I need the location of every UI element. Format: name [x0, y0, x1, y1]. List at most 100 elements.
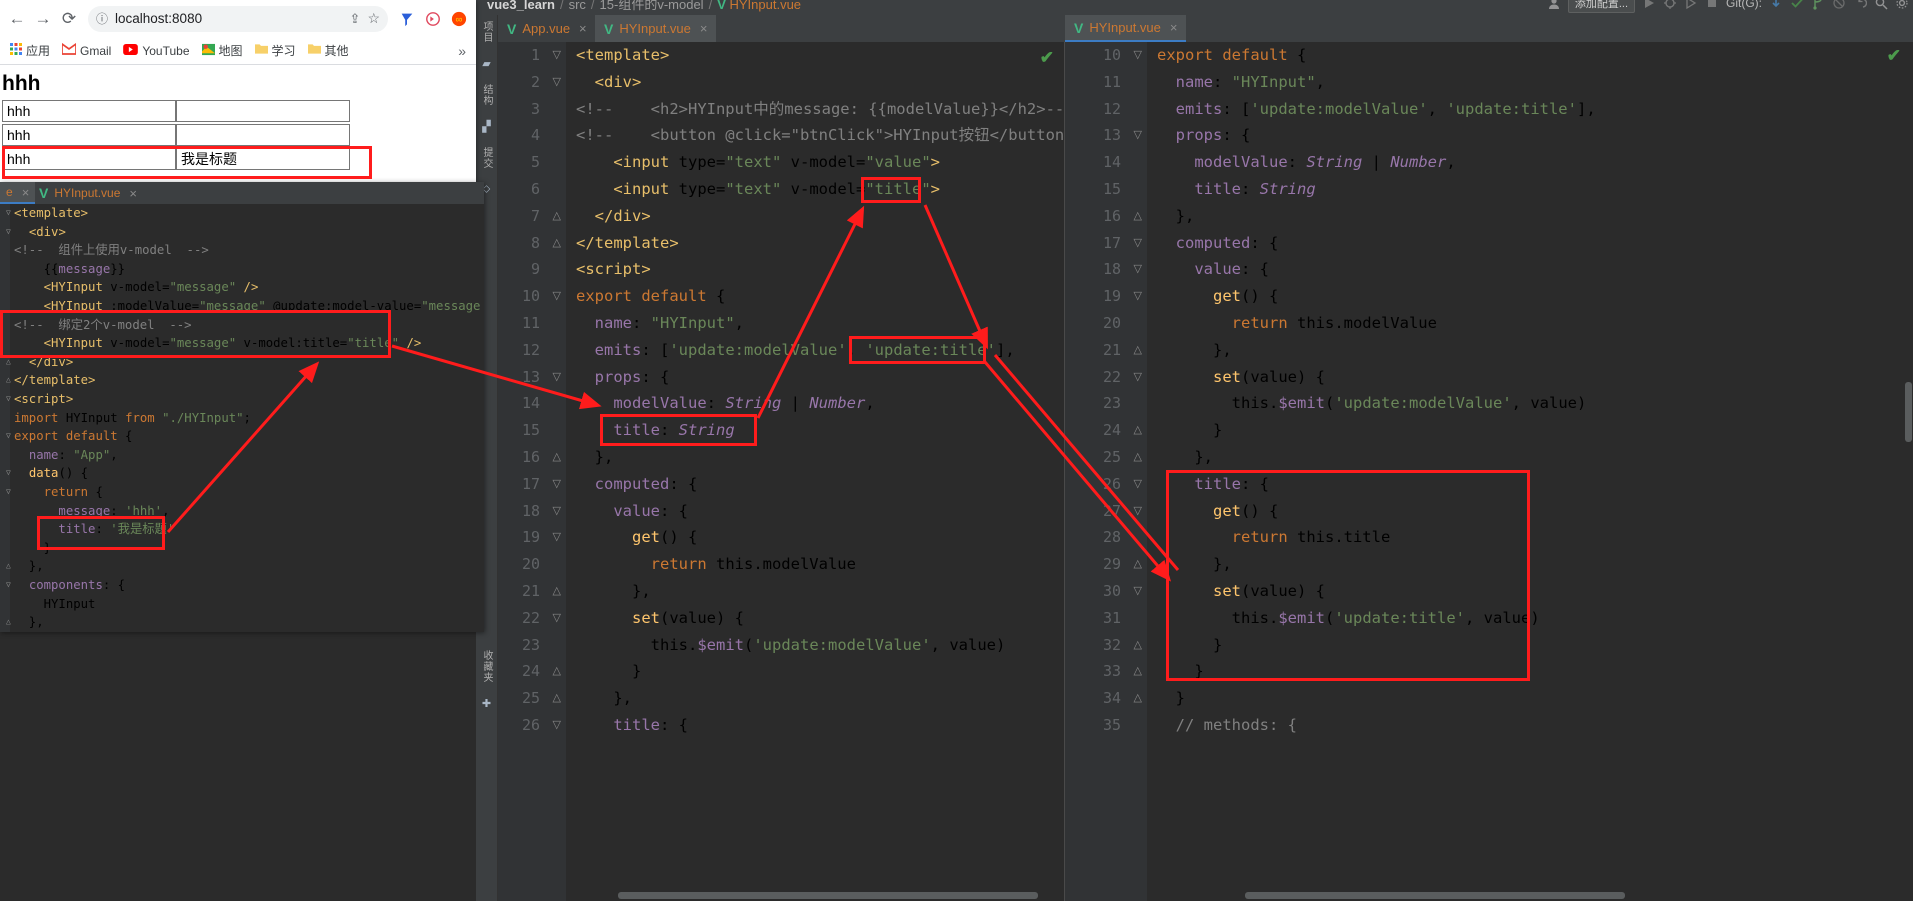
title-input-3[interactable]: [176, 148, 350, 170]
stop-icon[interactable]: [1705, 0, 1719, 10]
code-line[interactable]: <HYInput v-model="message" />: [14, 278, 484, 297]
fold-toggle-icon[interactable]: △: [1134, 685, 1142, 712]
code-line[interactable]: // methods: {: [1157, 712, 1913, 739]
fold-toggle-icon[interactable]: △: [6, 613, 11, 632]
address-bar[interactable]: ⓘ localhost:8080 ⇪ ☆: [88, 5, 388, 32]
bookmark-study[interactable]: 学习: [251, 40, 300, 61]
folder-icon[interactable]: ▰: [482, 57, 490, 70]
share-icon[interactable]: ⇪: [350, 11, 361, 27]
fold-toggle-icon[interactable]: ▽: [6, 576, 11, 595]
close-icon[interactable]: ×: [579, 21, 587, 36]
code-line[interactable]: get() {: [1157, 283, 1913, 310]
code-line[interactable]: <script>: [576, 256, 1064, 283]
fold-toggle-icon[interactable]: ▽: [6, 390, 11, 409]
code-line[interactable]: props: {: [1157, 122, 1913, 149]
code-line[interactable]: <!-- <button @click="btnClick">HYInput按钮…: [576, 122, 1064, 149]
fold-toggle-icon[interactable]: ▽: [1134, 364, 1142, 391]
appvue-editor-overlay[interactable]: e × V HYInput.vue × ▽ <template> ▽ <div> <!…: [0, 182, 484, 632]
code-line[interactable]: get() {: [1157, 498, 1913, 525]
fold-toggle-icon[interactable]: ▽: [6, 223, 11, 242]
git-menu-label[interactable]: Git(G):: [1726, 0, 1762, 10]
code-line[interactable]: △ },: [6, 613, 484, 632]
code-line[interactable]: title: {: [1157, 471, 1913, 498]
debug-icon[interactable]: [1663, 0, 1677, 10]
fold-toggle-icon[interactable]: △: [6, 371, 11, 390]
fold-toggle-icon[interactable]: ▽: [6, 427, 11, 446]
code-line[interactable]: },: [576, 685, 1064, 712]
tool-tab-commit[interactable]: 提交: [479, 147, 494, 169]
bookmark-gmail[interactable]: Gmail: [58, 41, 115, 60]
code-line[interactable]: <!-- <h2>HYInput中的message: {{modelValue}…: [576, 96, 1064, 123]
tab-hyinput-vue-right[interactable]: V HYInput.vue ×: [1065, 15, 1187, 42]
tool-tab-structure[interactable]: 结构: [479, 84, 494, 106]
fold-toggle-icon[interactable]: △: [553, 203, 561, 230]
right-horizontal-scrollbar[interactable]: [1245, 892, 1625, 899]
left-gutter[interactable]: 1 ▽ 2 ▽ 3 4 5 6 7 △ 8 △ 9 10 ▽ 11 12 13 ▽ 14 15 16 △ 17 ▽ 18 ▽ 19 ▽ 2…: [498, 42, 566, 901]
code-line[interactable]: <HYInput v-model="message" v-model:title…: [14, 334, 484, 353]
code-line[interactable]: ▽ <template>: [6, 204, 484, 223]
code-line[interactable]: <input type="text" v-model="title">: [576, 176, 1064, 203]
fold-toggle-icon[interactable]: △: [1134, 444, 1142, 471]
code-line[interactable]: ▽ components: {: [6, 576, 484, 595]
reload-icon[interactable]: ⟳: [58, 8, 80, 30]
code-line[interactable]: modelValue: String | Number,: [1157, 149, 1913, 176]
breadcrumb-project[interactable]: vue3_learn: [487, 0, 555, 12]
code-line[interactable]: △ </template>: [6, 371, 484, 390]
undo-icon[interactable]: [1853, 0, 1868, 10]
left-code-editor[interactable]: 1 ▽ 2 ▽ 3 4 5 6 7 △ 8 △ 9 10 ▽ 11 12 13 ▽ 14 15 16 △ 17 ▽ 18 ▽ 19 ▽ 2…: [498, 42, 1065, 901]
fold-toggle-icon[interactable]: ▽: [553, 364, 561, 391]
close-icon[interactable]: ×: [1170, 20, 1178, 35]
code-line[interactable]: },: [1157, 337, 1913, 364]
code-line[interactable]: return this.modelValue: [1157, 310, 1913, 337]
inspection-status-icon[interactable]: ✔: [1887, 46, 1901, 66]
code-line[interactable]: }: [14, 539, 484, 558]
fold-toggle-icon[interactable]: △: [1134, 551, 1142, 578]
code-line[interactable]: }: [576, 658, 1064, 685]
right-code-editor[interactable]: 10 ▽ 11 12 13 ▽ 14 15 16 △ 17 ▽ 18 ▽ 19 ▽ 20 21 △ 22 ▽ 23 24 △ 2…: [1065, 42, 1913, 901]
code-line[interactable]: name: "HYInput",: [576, 310, 1064, 337]
tab-app-vue[interactable]: V App.vue ×: [498, 15, 596, 42]
message-input-2[interactable]: [2, 124, 176, 146]
fold-toggle-icon[interactable]: ▽: [1134, 42, 1142, 69]
code-line[interactable]: <!-- 组件上使用v-model -->: [14, 241, 484, 260]
bookmark-icon[interactable]: ✚: [482, 697, 491, 710]
tool-tab-favorites[interactable]: 收藏夹: [479, 650, 494, 683]
left-code-area[interactable]: <template> <div> <!-- <h2>HYInput中的messag…: [566, 42, 1064, 901]
fold-toggle-icon[interactable]: △: [553, 230, 561, 257]
code-line[interactable]: }: [1157, 658, 1913, 685]
code-line[interactable]: ▽ return {: [6, 483, 484, 502]
message-input-3[interactable]: [2, 148, 176, 170]
code-line[interactable]: emits: ['update:modelValue', 'update:tit…: [1157, 96, 1913, 123]
code-line[interactable]: title: {: [576, 712, 1064, 739]
blocks-icon[interactable]: ▞: [482, 120, 490, 133]
fold-toggle-icon[interactable]: △: [553, 685, 561, 712]
code-line[interactable]: },: [1157, 551, 1913, 578]
extension-icon-1[interactable]: [396, 8, 418, 30]
coverage-icon[interactable]: [1684, 0, 1698, 10]
bookmark-apps[interactable]: 应用: [6, 40, 54, 61]
code-line[interactable]: ▽ <div>: [6, 223, 484, 242]
bookmark-youtube[interactable]: YouTube: [119, 42, 193, 60]
fold-toggle-icon[interactable]: △: [6, 353, 11, 372]
breadcrumb-src[interactable]: src: [569, 0, 586, 12]
code-line[interactable]: set(value) {: [1157, 364, 1913, 391]
code-line[interactable]: export default {: [576, 283, 1064, 310]
fold-toggle-icon[interactable]: △: [553, 444, 561, 471]
branch-icon[interactable]: [1811, 0, 1825, 10]
fold-toggle-icon[interactable]: ▽: [1134, 283, 1142, 310]
code-line[interactable]: title: String: [1157, 176, 1913, 203]
run-icon[interactable]: [1642, 0, 1656, 10]
code-line[interactable]: message: 'hhh',: [14, 502, 484, 521]
code-line[interactable]: this.$emit('update:modelValue', value): [1157, 390, 1913, 417]
fold-toggle-icon[interactable]: ▽: [6, 464, 11, 483]
code-line[interactable]: ▽ data() {: [6, 464, 484, 483]
title-input-1[interactable]: [176, 100, 350, 122]
fold-toggle-icon[interactable]: △: [1134, 658, 1142, 685]
code-line[interactable]: },: [1157, 444, 1913, 471]
search-icon[interactable]: [1874, 0, 1888, 10]
code-line[interactable]: ▽ <script>: [6, 390, 484, 409]
check-icon[interactable]: [1790, 0, 1804, 10]
fold-toggle-icon[interactable]: ▽: [6, 483, 11, 502]
fold-toggle-icon[interactable]: △: [6, 557, 11, 576]
breadcrumb-file[interactable]: HYInput.vue: [729, 0, 801, 12]
